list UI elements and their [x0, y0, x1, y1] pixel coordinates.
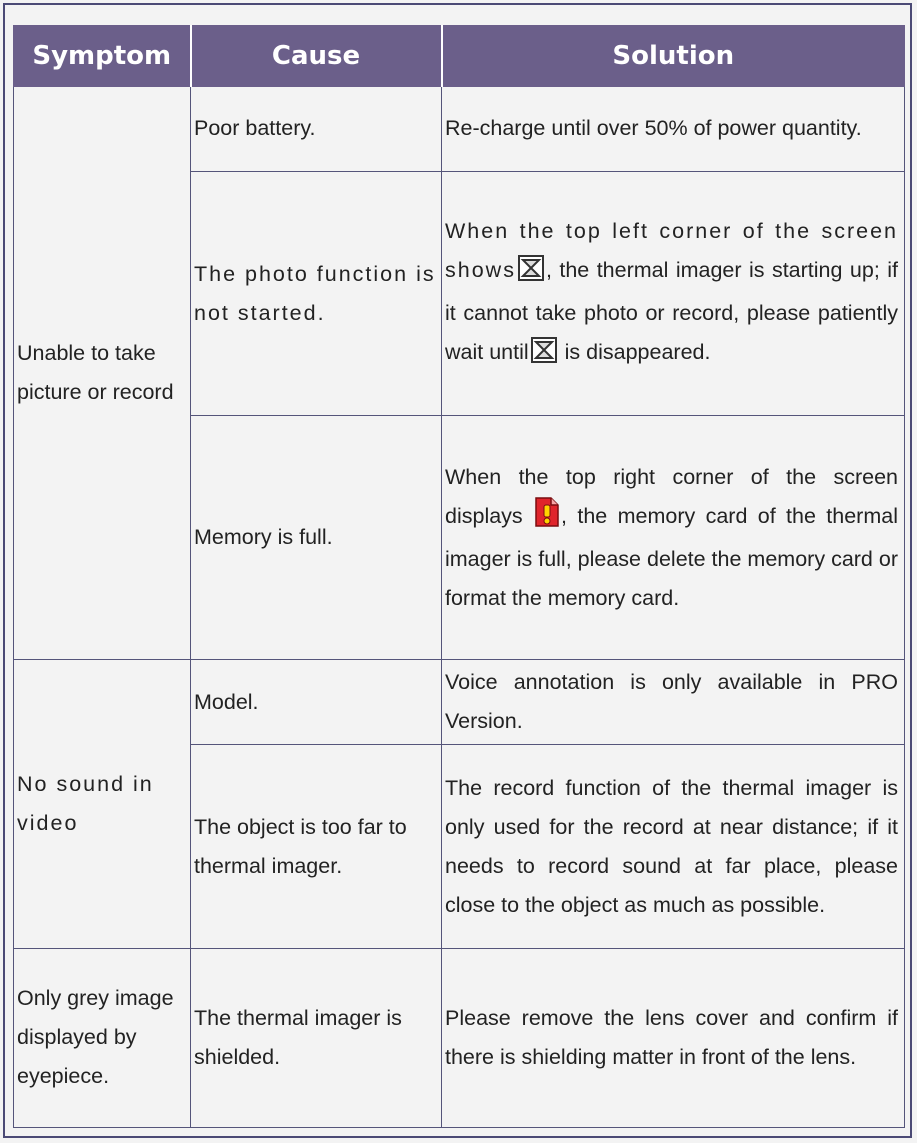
table-row: Only grey image displayed by eyepiece. T…: [13, 947, 905, 1129]
solution-cell: Please remove the lens cover and confirm…: [441, 947, 905, 1129]
solution-text: is disappeared.: [564, 339, 711, 364]
solution-cell: Re-charge until over 50% of power quanti…: [441, 86, 905, 172]
cause-cell: The photo function is not started.: [190, 170, 442, 417]
cause-cell: The thermal imager is shielded.: [190, 947, 442, 1129]
table-header-row: Symptom Cause Solution: [13, 25, 905, 87]
symptom-cell: Unable to take picture or record: [13, 85, 191, 661]
solution-cell: When the top left corner of the screen s…: [441, 170, 905, 417]
header-solution: Solution: [441, 25, 905, 87]
symptom-cell: Only grey image displayed by eyepiece.: [13, 947, 191, 1129]
cause-cell: Model.: [190, 659, 442, 746]
solution-cell: Voice annotation is only available in PR…: [441, 659, 905, 746]
table-row: No sound in video Model. Voice annotatio…: [13, 659, 905, 949]
header-cause: Cause: [190, 25, 443, 87]
memory-full-icon: [535, 497, 559, 540]
cause-cell: Poor battery.: [190, 86, 442, 172]
symptom-cell: No sound in video: [13, 659, 191, 949]
cause-cell: The object is too far to thermal imager.: [190, 744, 442, 949]
solution-cell: The record function of the thermal image…: [441, 744, 905, 949]
troubleshooting-table: Symptom Cause Solution Unable to take pi…: [13, 25, 905, 1129]
solution-cell: When the top right corner of the screen …: [441, 415, 905, 661]
header-symptom: Symptom: [13, 25, 192, 87]
table-row: Unable to take picture or record Poor ba…: [13, 85, 905, 661]
hourglass-icon: [517, 254, 544, 294]
hourglass-icon: [530, 336, 557, 376]
cause-cell: Memory is full.: [190, 415, 442, 661]
